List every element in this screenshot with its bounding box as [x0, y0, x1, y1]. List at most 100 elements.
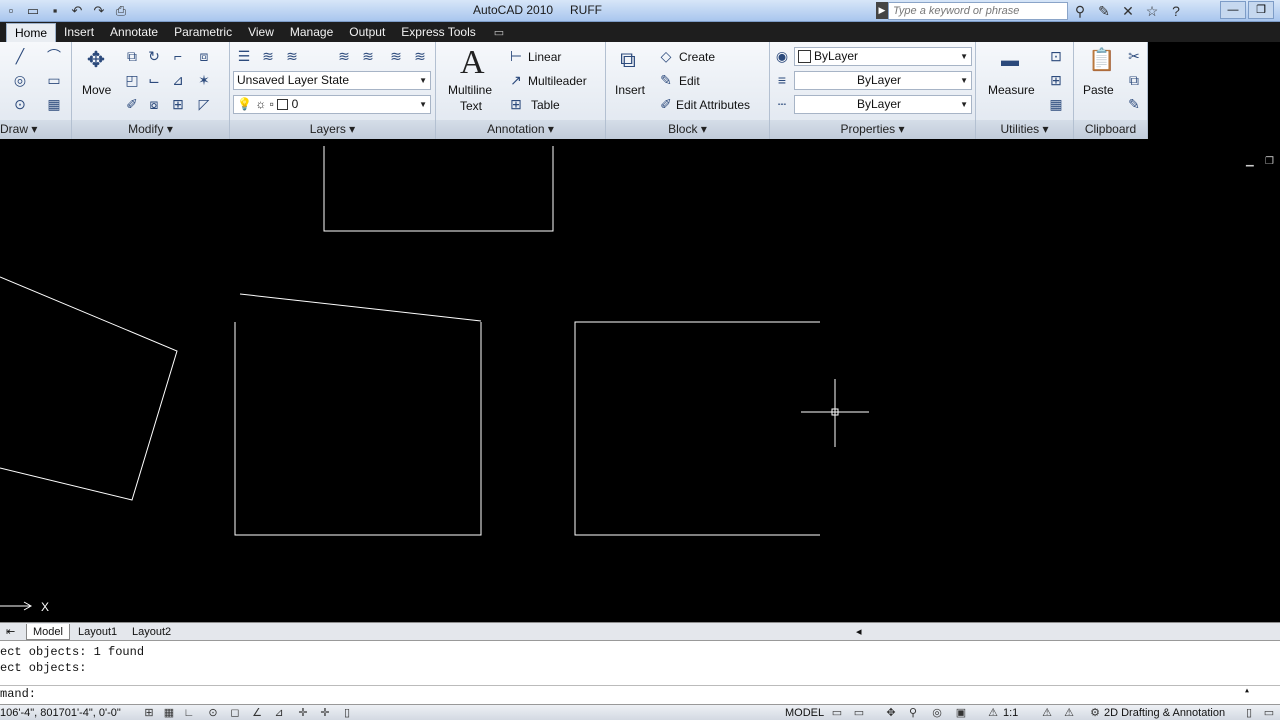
- paste-button[interactable]: Paste: [1083, 83, 1114, 97]
- tab-model[interactable]: Model: [26, 624, 70, 640]
- annotation-scale[interactable]: 1:1: [1003, 706, 1018, 720]
- lineweight-toggle-icon[interactable]: ✛: [318, 706, 332, 720]
- multiline-text-icon[interactable]: A: [460, 44, 485, 82]
- snap-icon[interactable]: ⊞: [142, 706, 156, 720]
- linetype-dropdown[interactable]: ByLayer ▼: [794, 95, 972, 114]
- scale-icon[interactable]: ⊞: [168, 94, 188, 114]
- plot-icon[interactable]: ⎙: [112, 2, 130, 19]
- linetype-icon[interactable]: ┄: [772, 94, 792, 114]
- tab-layout2[interactable]: Layout2: [126, 624, 177, 640]
- layer-unisolate-icon[interactable]: ≋: [358, 46, 378, 66]
- calculator-icon[interactable]: ▦: [1046, 94, 1066, 114]
- zoom-icon[interactable]: ⚲: [906, 706, 920, 720]
- viewport-restore-icon[interactable]: ❐: [1265, 156, 1274, 167]
- annotation-visibility-icon[interactable]: ⚠: [1040, 706, 1054, 720]
- tab-manage[interactable]: Manage: [282, 23, 341, 42]
- offset-icon[interactable]: ⧇: [144, 94, 164, 114]
- clean-screen-icon[interactable]: ▭: [1262, 706, 1276, 720]
- layer-properties-icon[interactable]: ☰: [234, 46, 254, 66]
- create-button[interactable]: Create: [679, 50, 715, 64]
- rectangle-middle[interactable]: [234, 322, 482, 536]
- create-block-icon[interactable]: ◇: [656, 46, 676, 66]
- tab-insert[interactable]: Insert: [56, 23, 102, 42]
- insert-block-icon[interactable]: ⧉: [618, 49, 638, 71]
- tab-nav-icon[interactable]: ⇤: [2, 624, 19, 640]
- multileader-button[interactable]: Multileader: [528, 74, 587, 88]
- measure-icon[interactable]: ▬: [1000, 50, 1020, 70]
- rotated-rectangle[interactable]: [0, 276, 178, 501]
- erase-icon[interactable]: ✐: [122, 94, 142, 114]
- insert-button[interactable]: Insert: [615, 83, 645, 97]
- lineweight-icon[interactable]: ≡: [772, 70, 792, 90]
- lock-toolbar-icon[interactable]: ▯: [1242, 706, 1256, 720]
- move-icon[interactable]: ✥: [86, 49, 106, 71]
- annotation-panel-title[interactable]: Annotation ▾: [436, 120, 605, 139]
- auto-scale-icon[interactable]: ⚠: [1062, 706, 1076, 720]
- tab-view[interactable]: View: [240, 23, 282, 42]
- grid-icon[interactable]: ▦: [162, 706, 176, 720]
- move-button[interactable]: Move: [82, 83, 111, 97]
- hatch-icon[interactable]: ▦: [44, 94, 64, 114]
- scroll-left-icon[interactable]: ◂: [852, 624, 866, 640]
- otrack-icon[interactable]: ∠: [250, 706, 264, 720]
- command-scroll-icon[interactable]: ▴: [1244, 685, 1250, 697]
- drawing-canvas[interactable]: X ▁ ❐: [0, 140, 1280, 622]
- workspace-switch[interactable]: 2D Drafting & Annotation: [1104, 706, 1225, 720]
- ellipse-icon[interactable]: ⊙: [10, 94, 30, 114]
- multiline-text-label-1[interactable]: Multiline: [448, 83, 492, 97]
- quick-select-icon[interactable]: ⊡: [1046, 46, 1066, 66]
- layer-dropdown[interactable]: 💡 ☼ ▫ 0 ▼: [233, 95, 431, 114]
- modify-panel-title[interactable]: Modify ▾: [72, 120, 229, 139]
- new-icon[interactable]: ▫: [2, 2, 20, 19]
- tab-output[interactable]: Output: [341, 23, 393, 42]
- measure-button[interactable]: Measure: [988, 83, 1035, 97]
- polyline-icon[interactable]: ⌒: [44, 46, 64, 66]
- edit-block-icon[interactable]: ✎: [656, 70, 676, 90]
- trim-icon[interactable]: ⌐: [168, 46, 188, 66]
- layer-match-icon[interactable]: ≋: [258, 46, 278, 66]
- properties-panel-title[interactable]: Properties ▾: [770, 120, 975, 139]
- layer-isolate-icon[interactable]: ≋: [334, 46, 354, 66]
- ducs-icon[interactable]: ⊿: [272, 706, 286, 720]
- steering-wheel-icon[interactable]: ◎: [930, 706, 944, 720]
- layer-off-icon[interactable]: ≋: [386, 46, 406, 66]
- minimize-button[interactable]: —: [1220, 1, 1246, 19]
- showmotion-icon[interactable]: ▣: [954, 706, 968, 720]
- binoculars-icon[interactable]: ⚲: [1070, 2, 1090, 20]
- pan-icon[interactable]: ✥: [884, 706, 898, 720]
- fillet-icon[interactable]: ⌙: [144, 70, 164, 90]
- chamfer-icon[interactable]: ◸: [194, 94, 214, 114]
- line-icon[interactable]: ╱: [10, 46, 30, 66]
- help-icon[interactable]: ?: [1166, 2, 1186, 20]
- cut-icon[interactable]: ✂: [1124, 46, 1144, 66]
- quick-view-layouts-icon[interactable]: ▭: [830, 706, 844, 720]
- lineweight-dropdown[interactable]: ByLayer ▼: [794, 71, 972, 90]
- rotate-icon[interactable]: ↻: [144, 46, 164, 66]
- explode-icon[interactable]: ✶: [194, 70, 214, 90]
- mirror-icon[interactable]: ⊿: [168, 70, 188, 90]
- coordinates-readout[interactable]: 106'-4", 801701'-4", 0'-0": [0, 706, 121, 720]
- ortho-icon[interactable]: ∟: [182, 706, 196, 720]
- rectangle-icon[interactable]: ▭: [44, 70, 64, 90]
- quick-view-drawings-icon[interactable]: ▭: [852, 706, 866, 720]
- layer-freeze-icon[interactable]: ≋: [410, 46, 430, 66]
- rectangle-right[interactable]: [574, 321, 820, 536]
- redo-icon[interactable]: ↷: [90, 2, 108, 19]
- match-properties-icon[interactable]: ✎: [1124, 94, 1144, 114]
- color-dropdown[interactable]: ByLayer ▼: [794, 47, 972, 66]
- draw-panel-title[interactable]: Draw ▾: [0, 120, 71, 139]
- ribbon-minimize-icon[interactable]: ▭: [484, 24, 514, 42]
- edit-attributes-icon[interactable]: ✐: [656, 94, 676, 114]
- dyn-icon[interactable]: ✛: [296, 706, 310, 720]
- edit-button[interactable]: Edit: [679, 74, 700, 88]
- linear-dimension-icon[interactable]: ⊢: [506, 46, 526, 66]
- layer-previous-icon[interactable]: ≋: [282, 46, 302, 66]
- clipboard-panel-title[interactable]: Clipboard: [1074, 120, 1147, 139]
- exchange-icon[interactable]: ✕: [1118, 2, 1138, 20]
- linear-button[interactable]: Linear: [528, 50, 561, 64]
- table-icon[interactable]: ⊞: [506, 94, 526, 114]
- tab-annotate[interactable]: Annotate: [102, 23, 166, 42]
- array-icon[interactable]: ⧈: [194, 46, 214, 66]
- open-icon[interactable]: ▭: [24, 2, 42, 19]
- tab-layout1[interactable]: Layout1: [72, 624, 123, 640]
